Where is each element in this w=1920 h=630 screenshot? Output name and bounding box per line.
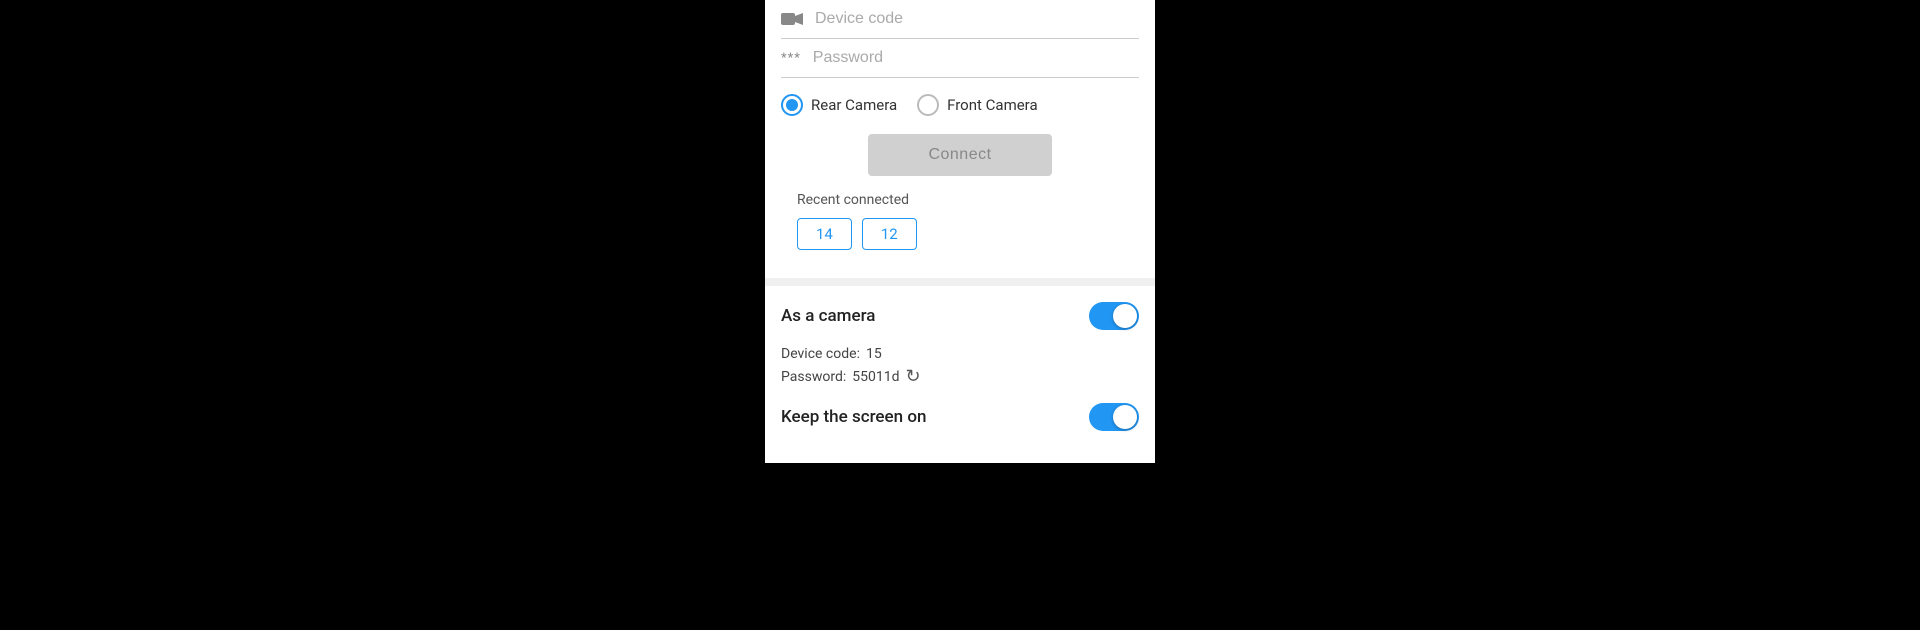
front-camera-radio[interactable] [917, 94, 939, 116]
rear-camera-label: Rear Camera [811, 96, 897, 114]
camera-icon [781, 11, 803, 27]
password-info-value: 55011d [852, 369, 899, 385]
rear-camera-radio[interactable] [781, 94, 803, 116]
recent-chip-12[interactable]: 12 [862, 218, 917, 250]
device-info-block: Device code: 15 Password: 55011d ↻ [781, 346, 1139, 387]
connect-button[interactable]: Connect [868, 134, 1051, 176]
device-code-info-value: 15 [866, 346, 882, 362]
password-row: *** [781, 39, 1139, 78]
connect-form: *** Rear Camera Front Camera Connect Rec… [765, 0, 1155, 278]
refresh-icon[interactable]: ↻ [905, 366, 920, 387]
keep-screen-label: Keep the screen on [781, 407, 926, 427]
keep-screen-row: Keep the screen on [781, 403, 1139, 431]
recent-label: Recent connected [797, 192, 1123, 208]
front-camera-label: Front Camera [947, 96, 1037, 114]
device-code-input[interactable] [815, 10, 1139, 28]
rear-camera-option[interactable]: Rear Camera [781, 94, 897, 116]
camera-selection-row: Rear Camera Front Camera [781, 78, 1139, 124]
device-code-info: Device code: 15 [781, 346, 1139, 362]
as-camera-row: As a camera [781, 302, 1139, 330]
device-code-info-label: Device code: [781, 346, 860, 362]
keep-screen-toggle-thumb [1113, 405, 1137, 429]
camera-settings-section: As a camera Device code: 15 Password: 55… [765, 286, 1155, 463]
as-camera-toggle-thumb [1113, 304, 1137, 328]
as-camera-label: As a camera [781, 306, 875, 326]
recent-chip-14[interactable]: 14 [797, 218, 852, 250]
password-info-label: Password: [781, 369, 846, 385]
recent-chips-list: 14 12 [797, 218, 1123, 250]
front-camera-option[interactable]: Front Camera [917, 94, 1037, 116]
as-camera-toggle[interactable] [1089, 302, 1139, 330]
main-panel: *** Rear Camera Front Camera Connect Rec… [765, 0, 1155, 463]
recent-connected-section: Recent connected 14 12 [781, 192, 1139, 266]
device-code-row [781, 0, 1139, 39]
password-input[interactable] [813, 49, 1139, 67]
password-icon: *** [781, 51, 801, 66]
section-divider [765, 278, 1155, 286]
password-info: Password: 55011d ↻ [781, 366, 1139, 387]
keep-screen-toggle[interactable] [1089, 403, 1139, 431]
